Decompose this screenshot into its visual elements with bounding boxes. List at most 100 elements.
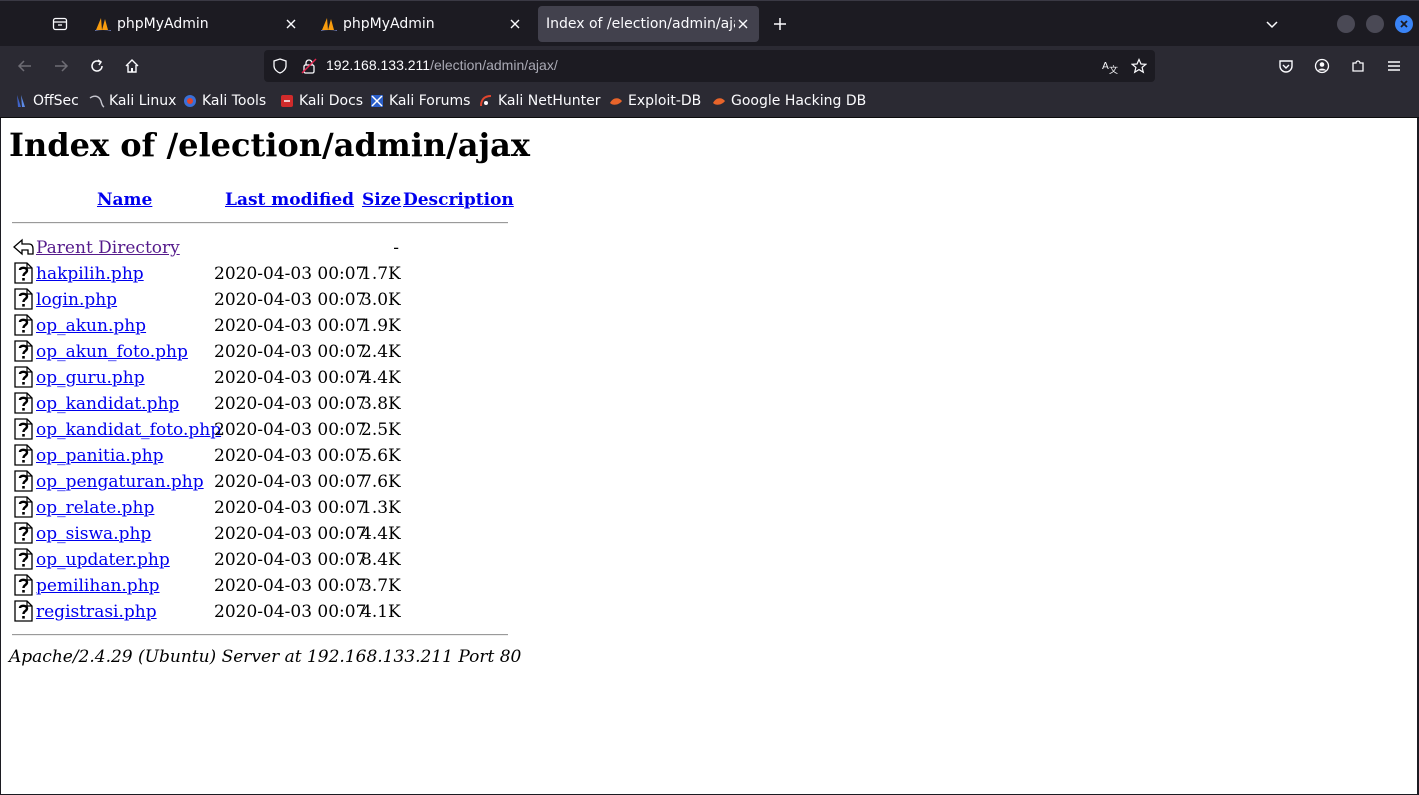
reload-icon [91,59,103,72]
tab-title: phpMyAdmin [117,16,209,32]
file-link[interactable]: op_panitia.php [36,446,164,466]
unknown-file-icon [14,262,33,284]
page-content: Index of /election/admin/ajax Name Last … [1,118,1418,794]
home-button[interactable] [118,52,146,80]
file-link[interactable]: op_relate.php [36,498,154,518]
last-modified: 2020-04-03 00:07 [214,342,367,362]
minimize-button[interactable] [1337,15,1355,33]
file-row: op_guru.php 2020-04-03 00:07 4.4K [1,365,521,391]
file-size: 3.7K [361,576,401,596]
close-icon[interactable] [735,16,751,32]
kali-forums-icon [369,93,385,109]
file-size: 1.3K [361,498,401,518]
list-all-tabs-button[interactable] [1258,10,1286,38]
divider [12,634,508,636]
file-link[interactable]: op_updater.php [36,550,170,570]
unknown-file-icon [14,288,33,310]
phpmyadmin-sail-icon [321,16,337,32]
bookmark-kali-forums[interactable]: Kali Forums [369,93,470,109]
unknown-file-icon [14,548,33,570]
bookmark-kali-docs[interactable]: Kali Docs [279,93,363,109]
file-link[interactable]: op_kandidat_foto.php [36,420,221,440]
last-modified: 2020-04-03 00:07 [214,472,367,492]
unknown-file-icon [14,314,33,336]
plus-icon [774,18,786,30]
kali-tools-icon [182,93,198,109]
new-tab-button[interactable] [766,10,794,38]
unknown-file-icon [14,600,33,622]
firefox-view-button[interactable] [44,8,76,40]
sort-by-modified-link[interactable]: Last modified [225,190,354,210]
bookmark-google-hacking-db[interactable]: Google Hacking DB [711,93,866,109]
close-icon[interactable] [507,16,523,32]
exploitdb-icon [608,93,624,109]
file-link[interactable]: login.php [36,290,117,310]
forward-button[interactable] [47,52,75,80]
bookmark-offsec[interactable]: OffSec [13,93,79,109]
bookmark-star-icon[interactable] [1131,58,1147,74]
file-row: op_akun.php 2020-04-03 00:07 1.9K [1,313,521,339]
pocket-button[interactable] [1272,52,1300,80]
file-size: 7.6K [361,472,401,492]
pocket-icon [1279,60,1293,73]
unknown-file-icon [14,340,33,362]
account-button[interactable] [1308,52,1336,80]
window-close-button[interactable] [1395,15,1413,33]
file-link[interactable]: op_akun.php [36,316,146,336]
file-row: op_siswa.php 2020-04-03 00:07 4.4K [1,521,521,547]
file-link[interactable]: op_pengaturan.php [36,472,204,492]
arrow-right-icon [55,60,69,72]
extensions-button[interactable] [1344,52,1372,80]
tab-phpmyadmin-2[interactable]: phpMyAdmin [313,6,531,42]
file-size: 4.4K [361,368,401,388]
bookmark-exploit-db[interactable]: Exploit-DB [608,93,701,109]
file-size: 4.4K [361,524,401,544]
last-modified: 2020-04-03 00:07 [214,368,367,388]
bookmark-label: Kali Forums [389,93,471,109]
file-row: op_relate.php 2020-04-03 00:07 1.3K [1,495,521,521]
sort-by-name-link[interactable]: Name [97,190,152,210]
unknown-file-icon [14,444,33,466]
tab-bar: phpMyAdmin phpMyAdmin Index of /election… [0,0,1419,46]
tab-phpmyadmin-1[interactable]: phpMyAdmin [87,6,307,42]
bookmark-kali-tools[interactable]: Kali Tools [182,93,266,109]
reload-button[interactable] [83,52,111,80]
url-text[interactable]: 192.168.133.211/election/admin/ajax/ [326,57,558,73]
file-row: op_akun_foto.php 2020-04-03 00:07 2.4K [1,339,521,365]
tab-index-of-ajax[interactable]: Index of /election/admin/ajax/ [538,6,759,42]
file-row: op_pengaturan.php 2020-04-03 00:07 7.6K [1,469,521,495]
insecure-lock-icon[interactable] [301,58,317,74]
unknown-file-icon [14,470,33,492]
sort-by-size-link[interactable]: Size [362,190,401,210]
file-link[interactable]: pemilihan.php [36,576,160,596]
unknown-file-icon [14,496,33,518]
tab-title: phpMyAdmin [343,16,435,32]
navigation-toolbar: 192.168.133.211/election/admin/ajax/ A文 [0,46,1419,86]
close-icon[interactable] [283,16,299,32]
file-link[interactable]: registrasi.php [36,602,157,622]
last-modified: 2020-04-03 00:07 [214,394,367,414]
bookmark-label: Kali Linux [109,93,177,109]
svg-text:A: A [1102,61,1109,72]
file-link[interactable]: hakpilih.php [36,264,144,284]
file-size: 4.1K [361,602,401,622]
translate-icon[interactable]: A文 [1102,58,1118,74]
file-link[interactable]: op_akun_foto.php [36,342,188,362]
unknown-file-icon [14,418,33,440]
file-link[interactable]: op_kandidat.php [36,394,179,414]
sort-by-description-link[interactable]: Description [403,190,514,210]
url-bar[interactable]: 192.168.133.211/election/admin/ajax/ A文 [264,50,1155,82]
bookmark-kali-linux[interactable]: Kali Linux [89,93,176,109]
bookmark-kali-nethunter[interactable]: Kali NetHunter [478,93,600,109]
file-link[interactable]: op_guru.php [36,368,145,388]
file-row: op_kandidat_foto.php 2020-04-03 00:07 2.5K [1,417,521,443]
file-size: 1.9K [361,316,401,336]
page-title: Index of /election/admin/ajax [9,126,530,164]
maximize-button[interactable] [1366,15,1384,33]
unknown-file-icon [14,366,33,388]
shield-icon[interactable] [272,58,288,74]
back-button[interactable] [11,52,39,80]
file-link[interactable]: op_siswa.php [36,524,151,544]
parent-directory-link[interactable]: Parent Directory [36,238,180,258]
menu-button[interactable] [1380,52,1408,80]
